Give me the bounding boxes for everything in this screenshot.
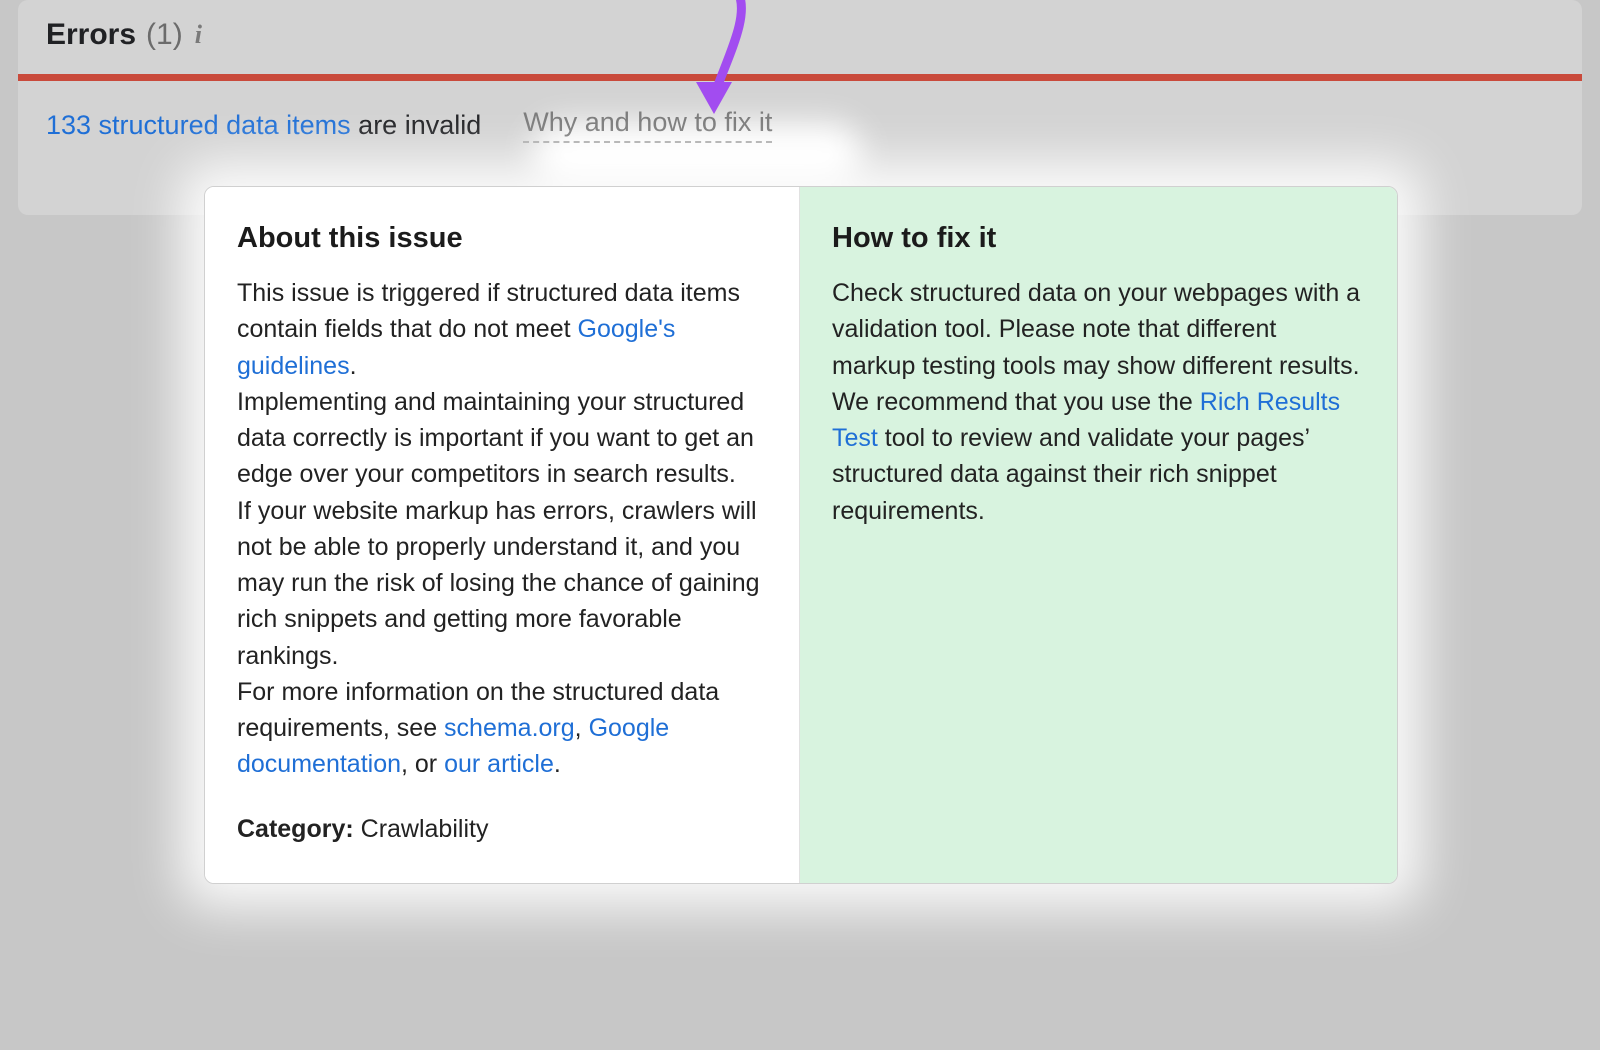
errors-header: Errors (1) i <box>18 18 1582 74</box>
errors-label: Errors <box>46 18 136 52</box>
errors-accent-bar <box>18 74 1582 81</box>
category-value: Crawlability <box>354 815 489 843</box>
fix-paragraph: Check structured data on your webpages w… <box>832 275 1365 529</box>
issue-suffix: are invalid <box>351 110 482 140</box>
category-label: Category: <box>237 815 354 843</box>
about-text: Implementing and maintaining your struct… <box>237 388 754 489</box>
our-article-link[interactable]: our article <box>444 750 554 778</box>
issue-count-link[interactable]: 133 structured data items <box>46 110 351 140</box>
why-and-how-link[interactable]: Why and how to fix it <box>523 107 772 143</box>
issue-category: Category: Crawlability <box>237 811 767 847</box>
about-text: . <box>350 352 357 380</box>
info-icon[interactable]: i <box>195 20 202 50</box>
fix-text: We recommend that you use the <box>832 388 1200 416</box>
fix-text: tool to review and validate your pages’ … <box>832 424 1309 525</box>
about-pane: About this issue This issue is triggered… <box>205 187 800 883</box>
about-text: , <box>575 714 589 742</box>
about-paragraph: This issue is triggered if structured da… <box>237 275 767 783</box>
issue-row: 133 structured data items are invalid Wh… <box>18 81 1582 169</box>
errors-panel: Errors (1) i 133 structured data items a… <box>18 0 1582 215</box>
fix-title: How to fix it <box>832 217 1365 259</box>
fix-text: Check structured data on your webpages w… <box>832 279 1360 380</box>
about-title: About this issue <box>237 217 767 259</box>
schema-org-link[interactable]: schema.org <box>444 714 575 742</box>
about-text: . <box>554 750 561 778</box>
fix-pane: How to fix it Check structured data on y… <box>800 187 1397 883</box>
about-text: If your website markup has errors, crawl… <box>237 497 760 670</box>
about-text: , or <box>401 750 444 778</box>
issue-details-popover: About this issue This issue is triggered… <box>204 186 1398 884</box>
issue-summary: 133 structured data items are invalid <box>46 110 481 141</box>
errors-count: (1) <box>146 18 183 52</box>
